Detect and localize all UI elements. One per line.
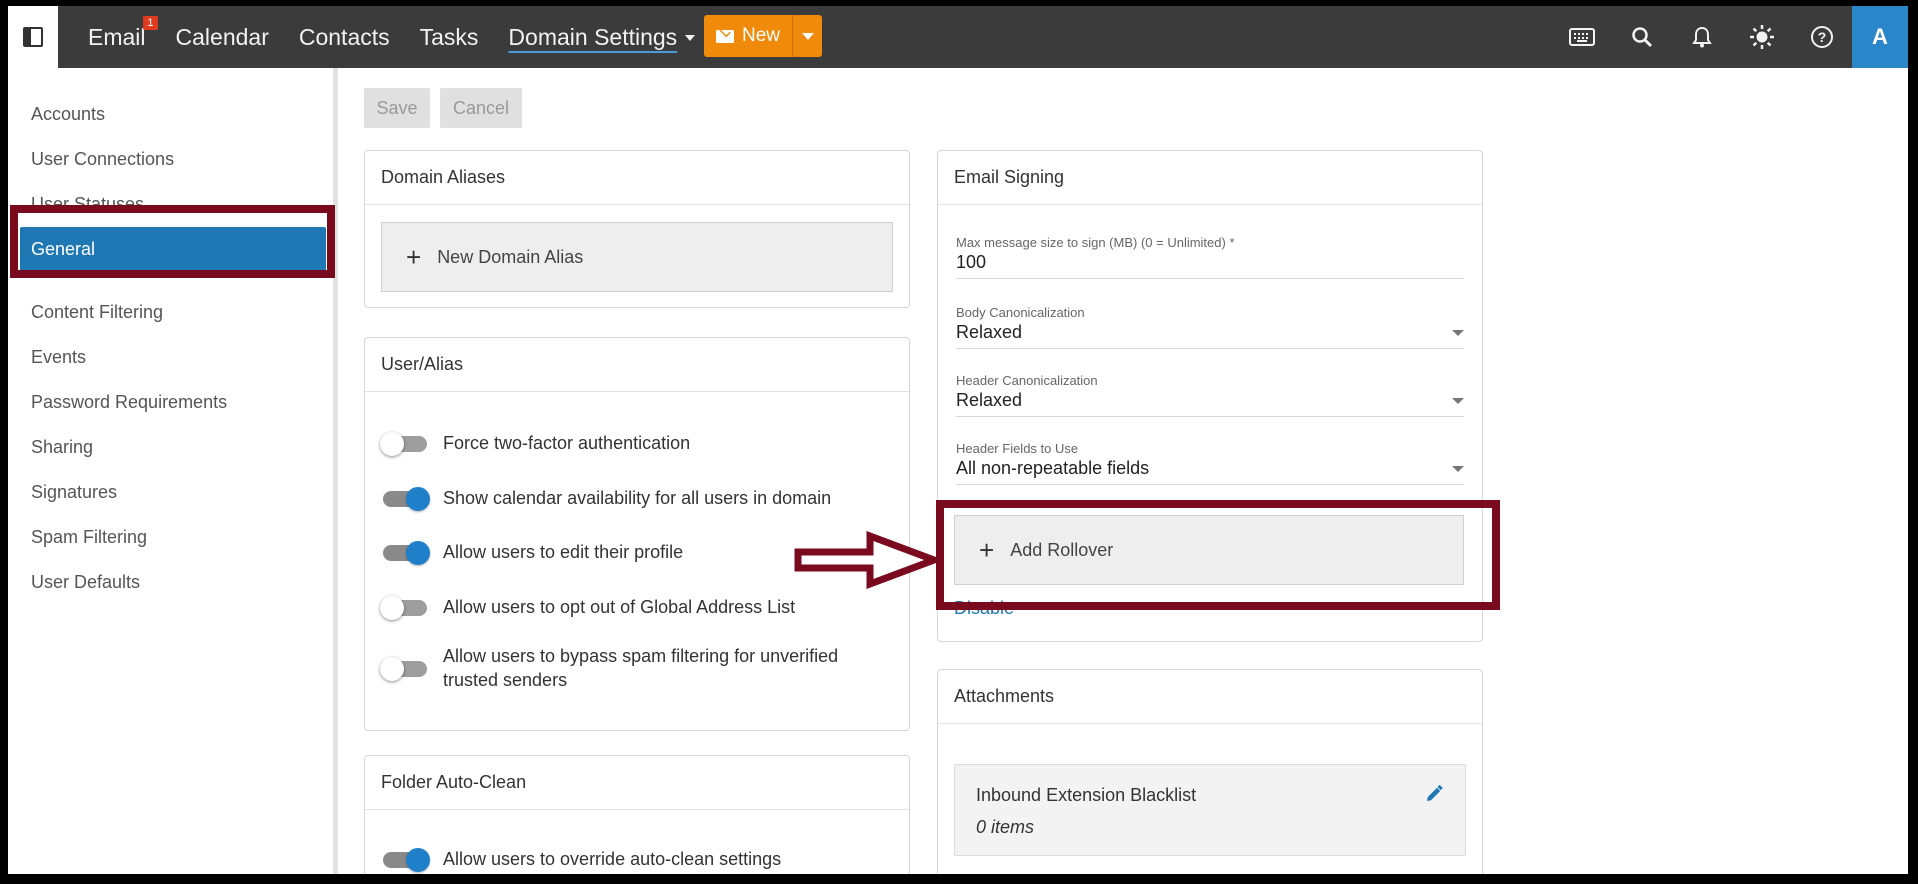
nav-domain-settings[interactable]: Domain Settings: [508, 23, 696, 51]
bypass-spam-label-line1: Allow users to bypass spam filtering for…: [443, 646, 839, 666]
override-auto-clean-toggle[interactable]: [381, 848, 430, 872]
sidebar-item-user-connections[interactable]: User Connections: [31, 149, 174, 170]
header-fields-label: Header Fields to Use: [956, 441, 1079, 456]
brightness-icon[interactable]: [1732, 6, 1792, 68]
folder-auto-clean-card: Folder Auto-Clean Allow users to overrid…: [364, 755, 910, 874]
settings-sidebar: Accounts User Connections User Statuses …: [8, 68, 338, 874]
nav-contacts[interactable]: Contacts: [299, 24, 390, 51]
email-unread-badge: 1: [143, 15, 158, 30]
top-icons: ? A: [1552, 6, 1908, 68]
toggle-row-calendar-availability: Show calendar availability for all users…: [381, 487, 832, 511]
new-button-group: New: [704, 15, 822, 57]
svg-text:?: ?: [1818, 29, 1827, 45]
override-auto-clean-label: Allow users to override auto-clean setti…: [443, 848, 782, 869]
email-signing-title: Email Signing: [938, 151, 1482, 205]
main-nav: Email 1 Calendar Contacts Tasks Domain Se…: [88, 6, 725, 68]
chevron-down-icon: [1452, 466, 1464, 472]
nav-email[interactable]: Email 1: [88, 15, 158, 51]
folder-auto-clean-title: Folder Auto-Clean: [365, 756, 909, 810]
search-icon[interactable]: [1612, 6, 1672, 68]
save-button[interactable]: Save: [364, 88, 430, 128]
sidebar-item-sharing[interactable]: Sharing: [31, 437, 93, 458]
toggle-row-edit-profile: Allow users to edit their profile: [381, 541, 684, 565]
body-canonicalization-value: Relaxed: [956, 322, 1023, 342]
edit-profile-label: Allow users to edit their profile: [443, 541, 684, 562]
sidebar-item-events[interactable]: Events: [31, 347, 86, 368]
plus-icon: +: [406, 242, 422, 272]
domain-aliases-title: Domain Aliases: [365, 151, 909, 205]
highlight-box-general: [10, 205, 335, 278]
opt-out-gal-toggle[interactable]: [380, 596, 429, 620]
toggle-row-force-2fa: Force two-factor authentication: [380, 432, 691, 456]
sidebar-item-user-defaults[interactable]: User Defaults: [31, 572, 140, 593]
domain-aliases-card: Domain Aliases + New Domain Alias: [364, 150, 910, 308]
calendar-availability-label: Show calendar availability for all users…: [443, 487, 832, 508]
help-icon[interactable]: ?: [1792, 6, 1852, 68]
toggle-row-bypass-spam: Allow users to bypass spam filtering for…: [380, 644, 838, 692]
force-2fa-toggle[interactable]: [380, 432, 429, 456]
max-message-size-field[interactable]: Max message size to sign (MB) (0 = Unlim…: [956, 235, 1464, 279]
opt-out-gal-label: Allow users to opt out of Global Address…: [443, 596, 796, 617]
nav-domain-settings-label: Domain Settings: [508, 23, 678, 50]
toggle-row-opt-out-gal: Allow users to opt out of Global Address…: [380, 596, 796, 620]
sidebar-item-signatures[interactable]: Signatures: [31, 482, 117, 503]
max-message-size-label: Max message size to sign (MB) (0 = Unlim…: [956, 235, 1235, 250]
chevron-down-icon: [1452, 398, 1464, 404]
max-message-size-value: 100: [956, 252, 987, 272]
sidebar-toggle-icon[interactable]: [8, 6, 58, 68]
app-window: Email 1 Calendar Contacts Tasks Domain Se…: [8, 6, 1908, 874]
header-fields-value: All non-repeatable fields: [956, 458, 1150, 478]
bypass-spam-label: Allow users to bypass spam filtering for…: [443, 644, 838, 692]
edit-pencil-icon[interactable]: [1425, 784, 1443, 808]
highlight-box-add-rollover: [936, 500, 1500, 610]
nav-email-label: Email: [88, 23, 146, 50]
envelope-icon: [715, 29, 734, 43]
sidebar-item-spam-filtering[interactable]: Spam Filtering: [31, 527, 147, 548]
sidebar-item-password-requirements[interactable]: Password Requirements: [31, 392, 227, 413]
header-canonicalization-label: Header Canonicalization: [956, 373, 1098, 388]
new-button-label: New: [741, 25, 780, 46]
top-bar: Email 1 Calendar Contacts Tasks Domain Se…: [8, 6, 1908, 68]
chevron-down-icon: [1452, 330, 1464, 336]
chevron-down-icon: [685, 35, 696, 42]
keyboard-icon[interactable]: [1552, 6, 1612, 68]
force-2fa-label: Force two-factor authentication: [443, 432, 691, 453]
new-domain-alias-button[interactable]: + New Domain Alias: [381, 222, 893, 292]
header-canonicalization-value: Relaxed: [956, 390, 1023, 410]
edit-profile-toggle[interactable]: [381, 541, 430, 565]
attachments-card: Attachments Inbound Extension Blacklist …: [937, 669, 1483, 874]
nav-tasks[interactable]: Tasks: [420, 24, 479, 51]
bypass-spam-label-line2: trusted senders: [443, 670, 568, 690]
new-dropdown-button[interactable]: [792, 15, 822, 57]
toggle-row-override-auto-clean: Allow users to override auto-clean setti…: [381, 848, 782, 872]
bypass-spam-toggle[interactable]: [380, 657, 429, 681]
inbound-extension-blacklist-box: Inbound Extension Blacklist 0 items: [954, 764, 1466, 856]
chevron-down-icon: [801, 32, 814, 40]
header-canonicalization-select[interactable]: Header Canonicalization Relaxed: [956, 373, 1464, 417]
blacklist-count: 0 items: [976, 817, 1035, 837]
nav-calendar[interactable]: Calendar: [176, 24, 269, 51]
body-canonicalization-label: Body Canonicalization: [956, 305, 1085, 320]
user-alias-title: User/Alias: [365, 338, 909, 392]
annotation-arrow-icon: [794, 530, 940, 590]
header-fields-select[interactable]: Header Fields to Use All non-repeatable …: [956, 441, 1464, 485]
new-button[interactable]: New: [704, 15, 792, 57]
body-canonicalization-select[interactable]: Body Canonicalization Relaxed: [956, 305, 1464, 349]
blacklist-title: Inbound Extension Blacklist: [976, 785, 1197, 805]
attachments-title: Attachments: [938, 670, 1482, 724]
new-domain-alias-label: New Domain Alias: [437, 246, 584, 267]
sidebar-item-content-filtering[interactable]: Content Filtering: [31, 302, 163, 323]
avatar[interactable]: A: [1852, 6, 1908, 68]
cancel-button[interactable]: Cancel: [440, 88, 522, 128]
calendar-availability-toggle[interactable]: [381, 487, 430, 511]
sidebar-item-accounts[interactable]: Accounts: [31, 104, 105, 125]
bell-icon[interactable]: [1672, 6, 1732, 68]
